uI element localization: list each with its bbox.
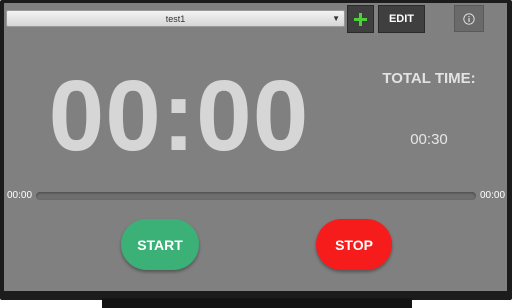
device-stand [102,298,412,308]
total-time-label: TOTAL TIME: [382,70,476,87]
elapsed-time: 00:00 [7,190,33,201]
edit-button[interactable]: EDIT [378,5,425,33]
info-icon [463,12,475,25]
stop-button[interactable]: STOP [316,219,392,270]
plus-icon [354,12,367,26]
triangle-down-icon: ▼ [332,14,340,23]
total-time-value: 00:30 [410,131,448,148]
progress-slider[interactable] [36,192,476,200]
remaining-time: 00:00 [480,190,506,201]
timer-display: 00:00 [48,60,310,172]
preset-select[interactable]: test1 ▼ [6,10,345,27]
info-button[interactable] [454,5,484,32]
start-button[interactable]: START [121,219,199,270]
add-preset-button[interactable] [347,5,374,33]
preset-selected-value: test1 [165,13,186,24]
app-screen: test1 ▼ EDIT 00:00 TOTAL TIME: 00:30 00:… [4,3,507,291]
